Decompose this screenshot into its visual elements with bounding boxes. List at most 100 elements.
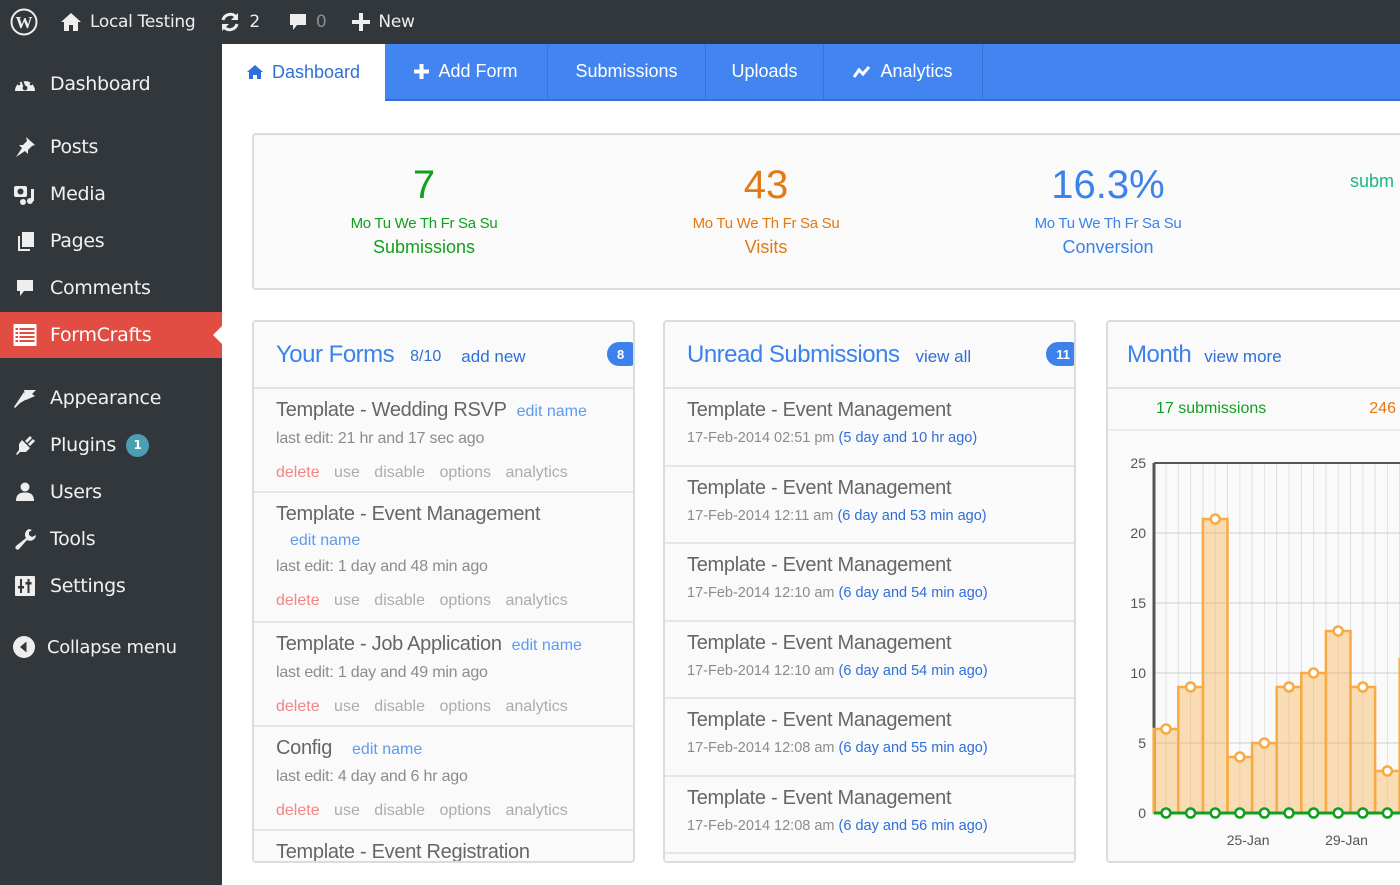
submission-item[interactable]: Template - Event Management 17-Feb-2014 … <box>665 777 1074 854</box>
chart-bar <box>1300 671 1328 815</box>
form-list-item: Template - Event Registration <box>254 831 633 861</box>
line-point-marker <box>1283 807 1295 819</box>
panel-title: Month <box>1127 340 1192 368</box>
submission-item[interactable]: Template - Event Management 17-Feb-2014 … <box>665 622 1074 699</box>
sidebar-item-label: Appearance <box>50 387 162 409</box>
updates-count: 2 <box>249 12 260 32</box>
options-link[interactable]: options <box>439 698 491 715</box>
month-panel: Month view more 17 submissions 246 v 0 5 1… <box>1106 320 1400 863</box>
options-link[interactable]: options <box>439 464 491 481</box>
delete-link[interactable]: delete <box>276 802 320 819</box>
stat-value: 43 <box>743 163 789 207</box>
disable-link[interactable]: disable <box>374 464 425 481</box>
sidebar-item-settings[interactable]: Settings <box>0 563 222 609</box>
sidebar-item-media[interactable]: Media <box>0 171 222 217</box>
edit-name-link[interactable]: edit name <box>352 741 422 758</box>
use-link[interactable]: use <box>334 802 360 819</box>
svg-text:W: W <box>16 13 33 32</box>
new-label: New <box>378 12 415 32</box>
use-link[interactable]: use <box>334 698 360 715</box>
y-tick-label: 5 <box>1138 735 1146 751</box>
wordpress-logo-button[interactable]: W <box>0 0 50 44</box>
options-link[interactable]: options <box>439 802 491 819</box>
tab-label: Submissions <box>575 61 678 81</box>
stat-label: Submissions <box>372 237 476 257</box>
comments-link[interactable]: 0 <box>278 0 337 44</box>
tab-uploads[interactable]: Uploads <box>706 44 824 99</box>
view-all-link[interactable]: view all <box>915 347 971 367</box>
disable-link[interactable]: disable <box>374 802 425 819</box>
sidebar-item-label: Plugins <box>50 434 116 456</box>
submission-item[interactable]: Template - Event Management 17-Feb-2014 … <box>665 389 1074 467</box>
sidebar-item-dashboard[interactable]: Dashboard <box>0 61 222 107</box>
form-list-item: Template - Wedding RSVP edit name last ed… <box>254 389 633 493</box>
chart-bar <box>1349 685 1377 815</box>
sidebar-item-posts[interactable]: Posts <box>0 124 222 170</box>
site-name: Local Testing <box>90 12 196 32</box>
panel-header: Your Forms 8/10 add new 8 <box>254 322 633 389</box>
line-point-marker <box>1381 807 1394 819</box>
sidebar-item-tools[interactable]: Tools <box>0 516 222 562</box>
submission-item[interactable]: Template - Event Management 17-Feb-2014 … <box>665 544 1074 622</box>
use-link[interactable]: use <box>334 592 360 609</box>
edit-name-link[interactable]: edit name <box>517 403 587 420</box>
view-more-link[interactable]: view more <box>1204 347 1281 367</box>
stat-days: Mo Tu We Th Fr Sa Su <box>350 215 498 232</box>
site-name-link[interactable]: Local Testing <box>50 0 205 44</box>
disable-link[interactable]: disable <box>374 698 425 715</box>
sidebar-item-appearance[interactable]: Appearance <box>0 375 222 421</box>
your-forms-panel: Your Forms 8/10 add new 8 Template - Wed… <box>252 320 635 863</box>
sidebar-collapse-menu[interactable]: Collapse menu <box>0 624 222 670</box>
analytics-link[interactable]: analytics <box>506 464 568 481</box>
sidebar-item-label: Tools <box>50 528 96 550</box>
delete-link[interactable]: delete <box>276 698 320 715</box>
stat-partial: subm <box>1350 163 1400 192</box>
analytics-link[interactable]: analytics <box>506 802 568 819</box>
submission-ago: (6 day and 56 min ago) <box>838 817 988 834</box>
form-actions: delete use disable options analytics <box>276 592 611 618</box>
submission-form: Template - Event Management <box>687 399 952 421</box>
tab-submissions[interactable]: Submissions <box>548 44 706 99</box>
edit-name-link[interactable]: edit name <box>512 637 582 654</box>
home-icon <box>61 13 81 31</box>
sidebar-item-label: Posts <box>50 136 99 158</box>
sidebar-item-comments[interactable]: Comments <box>0 265 222 311</box>
sidebar-item-users[interactable]: Users <box>0 469 222 515</box>
line-point-marker <box>1307 807 1320 819</box>
y-tick-label: 10 <box>1130 665 1146 681</box>
bar-point-marker <box>1209 513 1221 525</box>
bar-point-marker <box>1234 751 1246 763</box>
chart-bar <box>1275 685 1303 815</box>
month-visits: 246 v <box>1369 400 1400 417</box>
sidebar-item-plugins[interactable]: Plugins 1 <box>0 422 222 468</box>
submission-item[interactable]: Template - Event Management 17-Feb-2014 … <box>665 699 1074 777</box>
updates-link[interactable]: 2 <box>209 0 270 44</box>
use-link[interactable]: use <box>334 464 360 481</box>
settings-icon <box>0 575 50 597</box>
comment-icon <box>0 277 50 299</box>
submission-item[interactable]: Template - Event Management 17-Feb-2014 … <box>665 467 1074 544</box>
analytics-link[interactable]: analytics <box>506 698 568 715</box>
add-new-form-link[interactable]: add new <box>461 347 525 367</box>
chart-bar <box>1324 629 1352 815</box>
form-actions: delete use disable options analytics <box>276 698 611 724</box>
edit-name-link[interactable]: edit name <box>290 532 611 550</box>
form-actions: delete use disable options analytics <box>276 464 611 490</box>
analytics-link[interactable]: analytics <box>506 592 568 609</box>
weekly-stats-box: 7 Mo Tu We Th Fr Sa Su Submissions 43 Mo… <box>252 133 1400 290</box>
tab-add-form[interactable]: Add Form <box>385 44 548 99</box>
sidebar-item-formcrafts[interactable]: FormCrafts <box>0 312 222 358</box>
sidebar-item-pages[interactable]: Pages <box>0 218 222 264</box>
delete-link[interactable]: delete <box>276 464 320 481</box>
user-icon <box>0 481 50 503</box>
disable-link[interactable]: disable <box>374 592 425 609</box>
options-link[interactable]: options <box>439 592 491 609</box>
submission-date: 17-Feb-2014 02:51 pm <box>687 430 835 446</box>
tab-dashboard[interactable]: Dashboard <box>222 44 385 101</box>
bar-point-marker <box>1160 723 1172 735</box>
new-content-button[interactable]: New <box>342 0 424 44</box>
month-summary: 17 submissions 246 v <box>1108 389 1400 431</box>
x-tick-label: 29-Jan <box>1325 832 1368 848</box>
delete-link[interactable]: delete <box>276 592 320 609</box>
tab-analytics[interactable]: Analytics <box>824 44 983 99</box>
